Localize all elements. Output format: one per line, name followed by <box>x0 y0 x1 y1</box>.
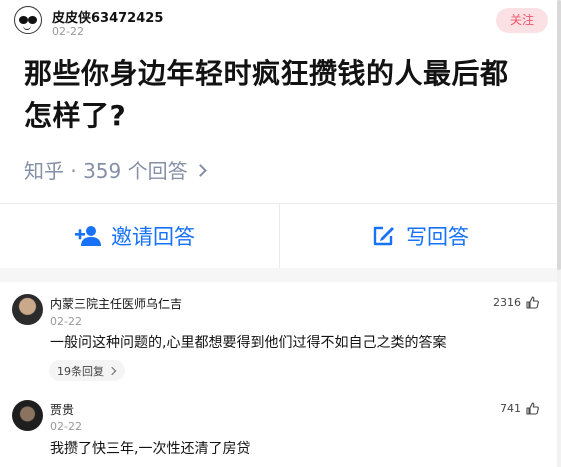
edit-icon <box>373 226 394 246</box>
comment-date: 02-22 <box>50 420 82 433</box>
comment-text: 一般问这种问题的,心里都想要得到他们过得不如自己之类的答案 <box>50 335 447 351</box>
comment-like-button[interactable]: 2316 <box>493 296 539 309</box>
reply-count: 19条回复 <box>57 364 104 378</box>
commenter-name[interactable]: 内蒙三院主任医师乌仁吉 <box>50 295 182 312</box>
thumbs-up-icon <box>526 402 539 415</box>
avatar-eye <box>28 16 37 24</box>
like-count: 2316 <box>493 296 521 309</box>
answer-count-text: 知乎 · 359 个回答 <box>24 159 188 183</box>
author-avatar[interactable] <box>14 6 42 34</box>
scrollbar-thumb[interactable] <box>557 0 561 270</box>
thumbs-up-icon <box>526 296 539 309</box>
write-answer-label: 写回答 <box>406 225 469 249</box>
chevron-right-icon <box>107 366 117 375</box>
author-name[interactable]: 皮皮侠63472425 <box>52 7 163 26</box>
action-separator <box>279 204 280 268</box>
answer-action-bar: 邀请回答 写回答 <box>0 204 557 268</box>
add-user-icon <box>75 226 101 246</box>
follow-button[interactable]: 关注 <box>496 8 548 33</box>
comment-date: 02-22 <box>50 315 82 328</box>
comment-item: 内蒙三院主任医师乌仁吉 02-22 2316 一般问这种问题的,心里都想要得到他… <box>0 288 557 384</box>
like-count: 741 <box>500 402 521 415</box>
commenter-avatar[interactable] <box>12 400 43 431</box>
avatar-mouth <box>23 26 31 30</box>
view-replies-button[interactable]: 19条回复 <box>49 360 125 381</box>
scrollbar-track[interactable] <box>557 0 561 467</box>
author-bar: 皮皮侠63472425 02-22 关注 <box>0 0 557 42</box>
chevron-right-icon <box>193 164 207 177</box>
answer-count-link[interactable]: 知乎 · 359 个回答 <box>24 155 207 184</box>
section-band <box>0 268 557 282</box>
post-date: 02-22 <box>52 25 84 38</box>
commenter-avatar[interactable] <box>12 294 43 325</box>
commenter-name[interactable]: 贾贵 <box>50 401 74 418</box>
avatar-eye <box>19 16 28 24</box>
invite-answer-label: 邀请回答 <box>111 225 195 249</box>
invite-answer-button[interactable]: 邀请回答 <box>75 204 195 268</box>
comment-text: 我攒了快三年,一次性还清了房贷 <box>50 441 251 457</box>
comment-like-button[interactable]: 741 <box>500 402 539 415</box>
question-title[interactable]: 那些你身边年轻时疯狂攒钱的人最后都怎样了? <box>24 53 534 137</box>
comment-item: 贾贵 02-22 741 我攒了快三年,一次性还清了房贷 <box>0 392 557 467</box>
write-answer-button[interactable]: 写回答 <box>372 204 469 268</box>
